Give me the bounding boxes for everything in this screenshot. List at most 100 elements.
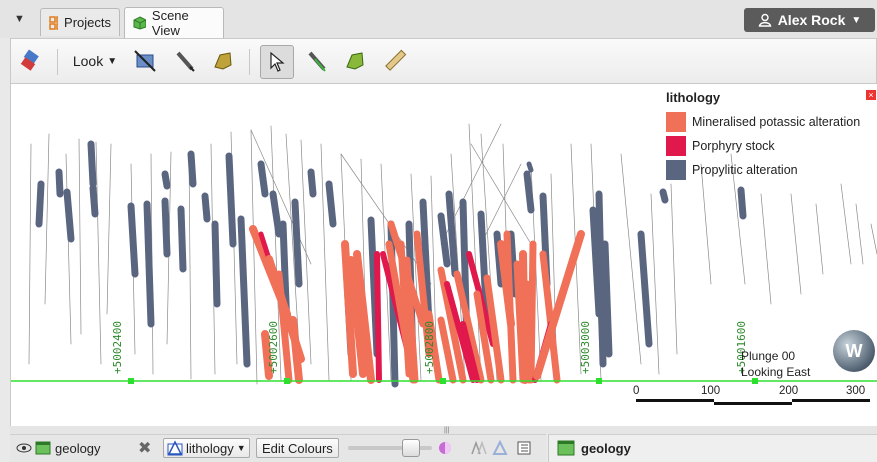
- grid-marker: [284, 378, 290, 384]
- scale-bar-segment: [636, 399, 714, 402]
- legend-item-label: Porphyry stock: [692, 139, 775, 153]
- user-name: Alex Rock: [777, 12, 846, 28]
- lithology-interval: [161, 197, 171, 258]
- tab-menu-dropdown-icon[interactable]: ▼: [14, 13, 25, 25]
- lithology-interval: [35, 180, 45, 228]
- lithology-interval: [527, 240, 537, 384]
- lithology-interval: [523, 170, 535, 214]
- colour-by-dropdown[interactable]: lithology ▼: [163, 438, 250, 458]
- close-icon[interactable]: ✖: [138, 438, 151, 458]
- lithology-interval: [637, 230, 653, 348]
- user-menu-button[interactable]: Alex Rock ▼: [744, 8, 875, 32]
- legend-swatch: [666, 160, 686, 180]
- measure-line-button[interactable]: [301, 45, 333, 77]
- polyline-icon: [214, 52, 232, 70]
- draw-line-button[interactable]: [169, 45, 201, 77]
- legend-title: lithology: [666, 90, 721, 105]
- lithology-interval: [437, 212, 451, 268]
- grid-marker: [128, 378, 134, 384]
- slice-tool-button[interactable]: [129, 45, 161, 77]
- drillhole-trace: [320, 143, 330, 381]
- colour-by-label: lithology: [186, 440, 234, 456]
- legend-item-label: Mineralised potassic alteration: [692, 115, 861, 129]
- drillhole-trace: [790, 193, 802, 295]
- lithology-intervals: [35, 140, 747, 388]
- compass-widget[interactable]: W: [833, 330, 875, 372]
- tab-projects-label: Projects: [64, 15, 111, 30]
- lithology-interval: [325, 180, 337, 228]
- plunge-readout: Plunge 00: [741, 349, 796, 363]
- grid-marker: [440, 378, 446, 384]
- drillhole-trace: [250, 129, 258, 385]
- wireframe-icon[interactable]: [470, 438, 488, 458]
- opacity-slider[interactable]: [348, 438, 432, 458]
- grid-label: +5002800: [423, 321, 436, 374]
- lithology-interval: [237, 215, 251, 368]
- lithology-interval: [211, 220, 221, 308]
- polyline-tool-button[interactable]: [207, 45, 239, 77]
- lithology-interval: [201, 192, 211, 223]
- drillhole-trace: [620, 153, 642, 365]
- looking-readout: Looking East: [741, 365, 811, 379]
- look-label: Look: [72, 53, 104, 69]
- drillhole-trace: [95, 141, 102, 365]
- panel-title: geology: [581, 440, 631, 456]
- lithology-interval: [225, 152, 237, 248]
- lithology-interval: [601, 240, 613, 358]
- chevron-down-icon: ▼: [107, 55, 118, 67]
- drillhole-trace: [670, 183, 678, 355]
- lithology-interval: [526, 161, 534, 173]
- drillhole-trace: [480, 163, 522, 245]
- legend-item-label: Propylitic alteration: [692, 163, 798, 177]
- panel-splitter[interactable]: |||: [10, 426, 877, 434]
- lithology-interval: [307, 168, 317, 198]
- drillhole-trace: [870, 223, 877, 255]
- lithology-interval: [87, 140, 97, 188]
- object-name: geology: [55, 440, 101, 456]
- drillhole-trace: [28, 143, 32, 365]
- tab-projects[interactable]: Projects: [40, 8, 120, 36]
- grid-label: +5002600: [267, 321, 280, 374]
- colour-scheme-icon: [167, 440, 183, 456]
- edit-colours-label: Edit Colours: [262, 440, 333, 456]
- slider-thumb[interactable]: [402, 439, 420, 457]
- visibility-eye-icon[interactable]: [16, 438, 32, 458]
- select-tool-button[interactable]: [260, 45, 294, 79]
- cube-icon: [133, 16, 146, 30]
- scene-view-3d[interactable]: lithology × Mineralised potassic alterat…: [10, 84, 877, 426]
- drillhole-trace: [44, 133, 50, 305]
- legend-close-icon[interactable]: ×: [866, 90, 876, 100]
- lithology-interval: [143, 200, 155, 328]
- lithology-interval: [89, 184, 99, 218]
- edit-colours-button[interactable]: Edit Colours: [256, 438, 339, 458]
- chevron-down-icon: ▼: [236, 443, 246, 453]
- grid-marker: [596, 378, 602, 384]
- drillhole-trace: [855, 203, 864, 265]
- lighting-icon[interactable]: [437, 438, 453, 458]
- polygon-tool-button[interactable]: [339, 45, 371, 77]
- legend-item: Propylitic alteration: [666, 160, 798, 180]
- slice-icon: [134, 50, 156, 72]
- lithology-interval: [63, 188, 75, 243]
- ruler-icon: [385, 49, 407, 71]
- cursor-arrow-icon: [270, 51, 285, 72]
- ruler-button[interactable]: [379, 45, 411, 77]
- drillhole-trace: [815, 203, 824, 275]
- drillhole-trace: [650, 193, 660, 375]
- properties-list-icon[interactable]: [516, 438, 532, 458]
- scale-tick-label: 300: [846, 385, 866, 397]
- drillhole-trace: [840, 183, 852, 265]
- text-style-icon[interactable]: [492, 438, 508, 458]
- look-dropdown[interactable]: Look ▼: [69, 45, 121, 77]
- scale-tick-label: 0: [633, 385, 640, 397]
- scale-bar-segment: [792, 399, 870, 402]
- eraser-tool-button[interactable]: [15, 45, 47, 77]
- scale-tick-label: 200: [779, 385, 799, 397]
- tab-scene-view[interactable]: Scene View: [124, 7, 224, 38]
- drillhole-trace: [760, 193, 772, 305]
- legend-swatch: [666, 136, 686, 156]
- lithology-interval: [374, 251, 382, 383]
- lithology-interval: [291, 198, 303, 288]
- user-icon: [758, 13, 771, 27]
- lithology-interval: [127, 202, 139, 278]
